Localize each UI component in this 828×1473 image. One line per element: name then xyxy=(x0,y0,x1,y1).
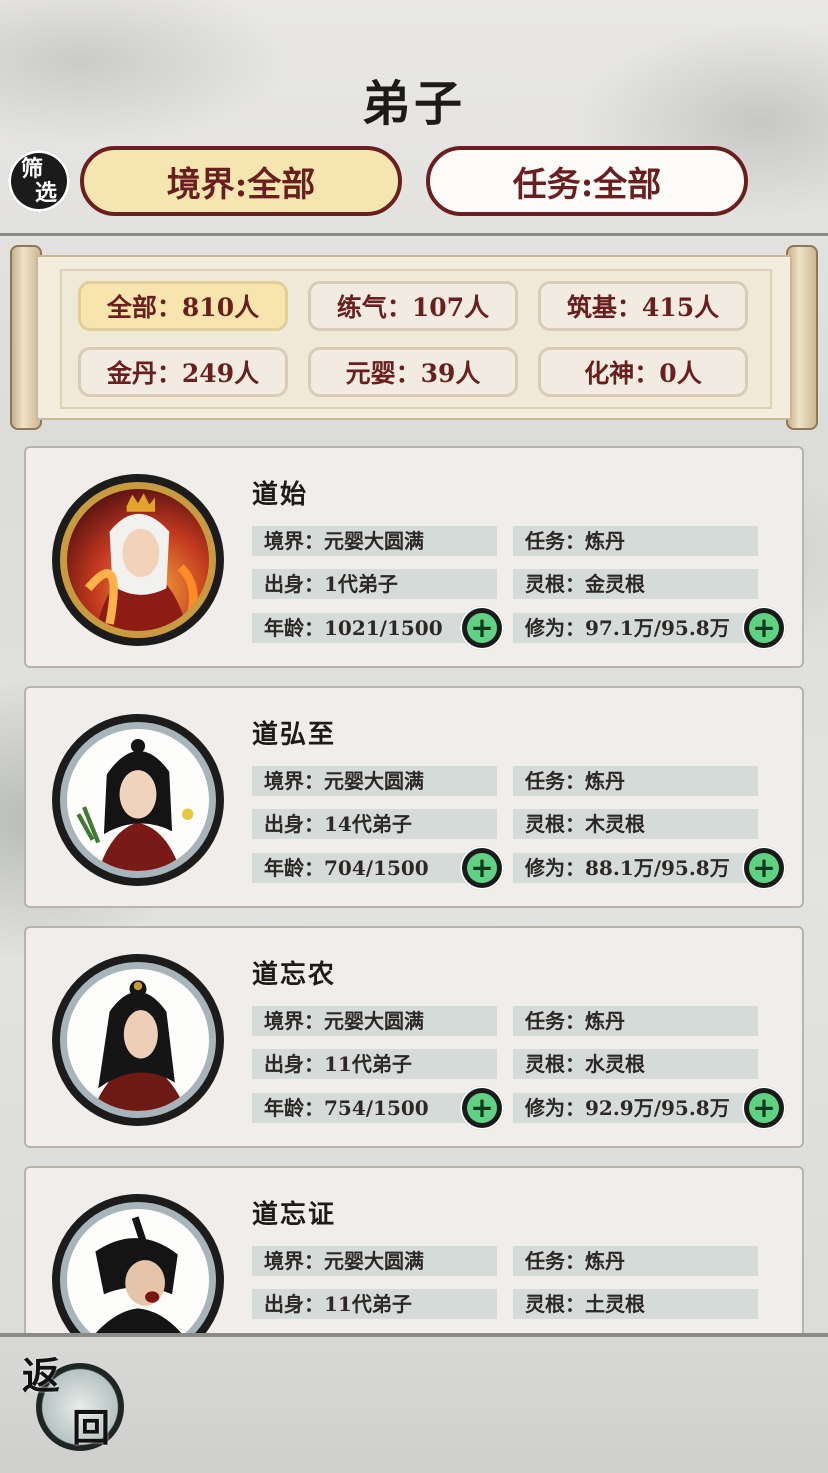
field-spirit-root: 灵根：金灵根 xyxy=(513,569,758,599)
filter-icon-char-2: 选 xyxy=(34,180,57,206)
stat-spirit-severing[interactable]: 化神：0人 xyxy=(538,347,748,397)
avatar-frame xyxy=(52,1194,224,1333)
portrait-fire-cultivator-icon xyxy=(85,493,198,631)
plus-icon: + xyxy=(749,853,779,883)
portrait-young-disciple-icon xyxy=(76,738,194,871)
add-age-button[interactable]: + xyxy=(460,1086,504,1130)
disciple-name: 道忘证 xyxy=(252,1200,337,1230)
page-title: 弟子 xyxy=(361,76,466,132)
stat-all[interactable]: 全部：810人 xyxy=(78,281,288,331)
add-age-button[interactable]: + xyxy=(460,606,504,650)
field-origin: 出身：11代弟子 xyxy=(252,1289,497,1319)
disciple-list[interactable]: 道始 境界：元婴大圆满 任务：炼丹 出身：1代弟子 灵根：金灵根 年龄：1021… xyxy=(0,440,828,1333)
field-realm: 境界：元婴大圆满 xyxy=(252,766,497,796)
field-age: 年龄：1021/1500 xyxy=(252,613,467,643)
portrait-shouting-disciple-icon xyxy=(95,1216,182,1333)
stat-golden-core[interactable]: 金丹：249人 xyxy=(78,347,288,397)
avatar-frame xyxy=(52,474,224,646)
add-age-button[interactable]: + xyxy=(460,846,504,890)
disciple-card[interactable]: 道忘农 境界：元婴大圆满 任务：炼丹 出身：11代弟子 灵根：水灵根 年龄：75… xyxy=(24,926,804,1148)
realm-stats-scroll: 全部：810人 练气：107人 筑基：415人 金丹：249人 元婴：39人 化… xyxy=(10,245,818,430)
stat-nascent-soul[interactable]: 元婴：39人 xyxy=(308,347,518,397)
stat-foundation[interactable]: 筑基：415人 xyxy=(538,281,748,331)
avatar xyxy=(60,482,216,638)
disciple-name: 道忘农 xyxy=(252,960,337,990)
task-filter-button[interactable]: 任务:全部 xyxy=(426,146,748,216)
field-realm: 境界：元婴大圆满 xyxy=(252,1246,497,1276)
filter-seal-icon[interactable]: 筛 选 xyxy=(8,150,70,212)
header-divider xyxy=(0,233,828,236)
add-cultivation-button[interactable]: + xyxy=(742,846,786,890)
filter-icon-char-1: 筛 xyxy=(20,156,43,182)
avatar-frame xyxy=(52,714,224,886)
add-cultivation-button[interactable]: + xyxy=(742,1086,786,1130)
field-cultivation: 修为：92.9万/95.8万 xyxy=(513,1093,748,1123)
field-spirit-root: 灵根：木灵根 xyxy=(513,809,758,839)
avatar-frame xyxy=(52,954,224,1126)
disciple-name: 道始 xyxy=(252,480,309,510)
field-realm: 境界：元婴大圆满 xyxy=(252,526,497,556)
back-button[interactable]: 返 回 xyxy=(22,1355,126,1459)
plus-icon: + xyxy=(467,1093,497,1123)
field-task: 任务：炼丹 xyxy=(513,1246,758,1276)
field-origin: 出身：1代弟子 xyxy=(252,569,497,599)
avatar xyxy=(60,722,216,878)
field-age: 年龄：754/1500 xyxy=(252,1093,467,1123)
avatar xyxy=(60,1202,216,1333)
realm-filter-button[interactable]: 境界:全部 xyxy=(80,146,402,216)
field-task: 任务：炼丹 xyxy=(513,766,758,796)
field-task: 任务：炼丹 xyxy=(513,526,758,556)
field-spirit-root: 灵根：水灵根 xyxy=(513,1049,758,1079)
plus-icon: + xyxy=(467,853,497,883)
plus-icon: + xyxy=(749,613,779,643)
field-task: 任务：炼丹 xyxy=(513,1006,758,1036)
disciple-card[interactable]: 道忘证 境界：元婴大圆满 任务：炼丹 出身：11代弟子 灵根：土灵根 xyxy=(24,1166,804,1333)
field-origin: 出身：14代弟子 xyxy=(252,809,497,839)
disciple-card[interactable]: 道弘至 境界：元婴大圆满 任务：炼丹 出身：14代弟子 灵根：木灵根 年龄：70… xyxy=(24,686,804,908)
field-cultivation: 修为：97.1万/95.8万 xyxy=(513,613,748,643)
back-char-1: 返 xyxy=(22,1353,61,1398)
plus-icon: + xyxy=(749,1093,779,1123)
back-char-2: 回 xyxy=(72,1405,111,1450)
field-cultivation: 修为：88.1万/95.8万 xyxy=(513,853,748,883)
portrait-long-hair-disciple-icon xyxy=(92,980,187,1111)
disciple-card[interactable]: 道始 境界：元婴大圆满 任务：炼丹 出身：1代弟子 灵根：金灵根 年龄：1021… xyxy=(24,446,804,668)
add-cultivation-button[interactable]: + xyxy=(742,606,786,650)
field-age: 年龄：704/1500 xyxy=(252,853,467,883)
stat-qi-refining[interactable]: 练气：107人 xyxy=(308,281,518,331)
disciple-name: 道弘至 xyxy=(252,720,337,750)
field-spirit-root: 灵根：土灵根 xyxy=(513,1289,758,1319)
avatar xyxy=(60,962,216,1118)
field-origin: 出身：11代弟子 xyxy=(252,1049,497,1079)
plus-icon: + xyxy=(467,613,497,643)
field-realm: 境界：元婴大圆满 xyxy=(252,1006,497,1036)
